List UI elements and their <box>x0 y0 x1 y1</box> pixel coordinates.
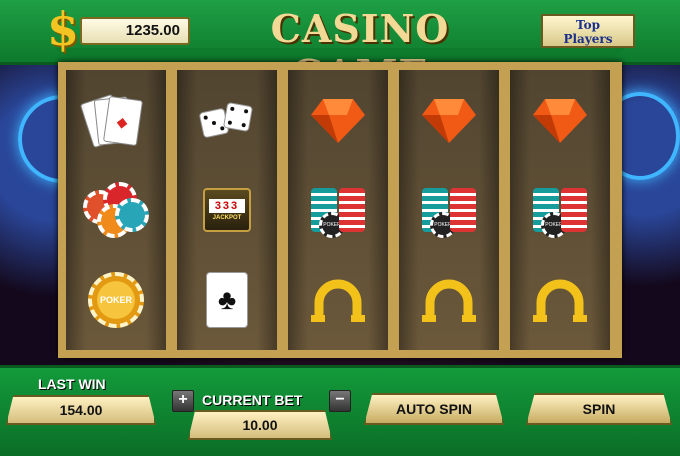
reel-cell: ◆ <box>66 75 166 165</box>
reel-cell <box>510 75 610 165</box>
jackpot-digits: 333 <box>209 199 245 213</box>
spin-button[interactable]: SPIN <box>526 393 672 425</box>
reel-cell: POKER <box>510 165 610 255</box>
reel-4: POKER <box>399 70 499 350</box>
poker-chip-icon: POKER <box>88 272 144 328</box>
reel-cell <box>510 255 610 345</box>
last-win-value: 154.00 <box>6 395 156 425</box>
club-card-icon: ♣ <box>206 272 248 328</box>
horseshoe-icon <box>422 279 476 322</box>
reel-cell: POKER <box>288 165 388 255</box>
auto-spin-button[interactable]: AUTO SPIN <box>364 393 504 425</box>
reels-frame: ◆ POKER 333 JACKPOT ♣ POKER POKER POKER <box>58 62 622 358</box>
horseshoe-icon <box>533 279 587 322</box>
reel-cell <box>399 75 499 165</box>
reel-2: 333 JACKPOT ♣ <box>177 70 277 350</box>
reel-5: POKER <box>510 70 610 350</box>
reel-1: ◆ POKER <box>66 70 166 350</box>
reel-cell: POKER <box>399 165 499 255</box>
jackpot-slot-icon: 333 JACKPOT <box>203 188 251 232</box>
current-bet-label: CURRENT BET <box>202 392 303 408</box>
jackpot-label: JACKPOT <box>212 215 242 221</box>
poker-chip-text: POKER <box>99 295 132 305</box>
diamond-gem-icon <box>311 99 365 143</box>
top-players-label: Top Players <box>563 18 613 46</box>
reel-cell: ♣ <box>177 255 277 345</box>
decrease-bet-button[interactable]: − <box>329 390 351 412</box>
diamond-gem-icon <box>422 99 476 143</box>
reel-cell <box>288 255 388 345</box>
top-players-button[interactable]: Top Players <box>541 14 635 48</box>
reel-3: POKER <box>288 70 388 350</box>
horseshoe-icon <box>311 279 365 322</box>
reel-cell <box>66 165 166 255</box>
bottom-bar: LAST WIN 154.00 + CURRENT BET − 10.00 AU… <box>0 365 680 456</box>
increase-bet-button[interactable]: + <box>172 390 194 412</box>
poker-chip-stacks-icon: POKER <box>533 188 587 238</box>
reel-cell <box>288 75 388 165</box>
diamond-gem-icon <box>533 99 587 143</box>
poker-chip-stacks-icon: POKER <box>311 188 365 238</box>
reel-cell <box>177 75 277 165</box>
reel-cell: POKER <box>66 255 166 345</box>
dice-icon <box>197 100 257 140</box>
poker-chip-stacks-icon: POKER <box>422 188 476 238</box>
red-chips-icon <box>83 182 149 238</box>
top-bar: $ 1235.00 CASINO GAME Top Players <box>0 0 680 96</box>
balance-display: 1235.00 <box>80 17 190 45</box>
reel-cell <box>399 255 499 345</box>
dollar-icon: $ <box>47 2 80 56</box>
current-bet-value: 10.00 <box>188 410 332 440</box>
reel-cell: 333 JACKPOT <box>177 165 277 255</box>
last-win-label: LAST WIN <box>38 376 106 392</box>
cards-icon: ◆ <box>79 93 148 149</box>
